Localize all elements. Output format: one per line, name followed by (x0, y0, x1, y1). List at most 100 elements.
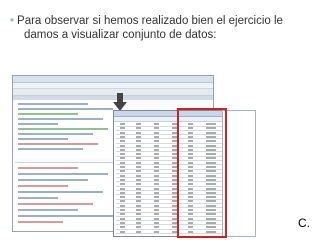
grid-cell (136, 191, 141, 194)
grid-cell (154, 153, 159, 156)
grid-cell (154, 183, 159, 186)
grid-cell (120, 187, 125, 190)
code-line (18, 123, 58, 125)
text-line-2: damos a visualizar conjunto de datos: (24, 29, 217, 41)
grid-cell (120, 174, 125, 177)
console-line (18, 185, 68, 187)
grid-cell (136, 166, 141, 168)
grid-cell (154, 148, 159, 151)
grid-cell (136, 148, 141, 151)
grid-cell (136, 144, 141, 147)
code-line (18, 118, 103, 120)
grid-cell (120, 217, 125, 220)
code-line (18, 138, 68, 140)
grid-cell (136, 131, 141, 134)
grid-cell (136, 178, 141, 181)
grid-cell (154, 204, 159, 207)
code-line (18, 128, 108, 130)
script-editor[interactable] (15, 100, 123, 158)
console-line (18, 179, 88, 181)
grid-cell (154, 161, 159, 164)
grid-cell (154, 140, 159, 143)
grid-cell (120, 166, 125, 168)
grid-cell (136, 230, 141, 233)
grid-cell (154, 123, 159, 125)
grid-cell (120, 153, 125, 156)
grid-cell (154, 209, 159, 211)
grid-cell (136, 127, 141, 130)
grid-cell (120, 178, 125, 181)
grid-cell (154, 217, 159, 220)
down-arrow-icon (113, 93, 127, 111)
console-line (18, 191, 103, 193)
grid-cell (120, 170, 125, 173)
console-line (18, 197, 58, 199)
grid-cell (154, 213, 159, 216)
grid-cell (120, 183, 125, 186)
grid-cell (154, 135, 159, 138)
grid-cell (120, 135, 125, 138)
grid-cell (120, 196, 125, 199)
grid-cell (136, 174, 141, 177)
console-line (18, 215, 113, 217)
console-line (18, 209, 78, 211)
console-line (18, 221, 63, 223)
code-line (18, 148, 83, 150)
grid-cell (154, 170, 159, 173)
window-title-bar (13, 76, 213, 83)
grid-cell (120, 213, 125, 216)
grid-cell (120, 157, 125, 160)
grid-cell (136, 217, 141, 220)
grid-cell (154, 131, 159, 134)
grid-cell (120, 127, 125, 130)
grid-cell (136, 183, 141, 186)
grid-cell (120, 144, 125, 147)
grid-cell (136, 153, 141, 156)
grid-cell (154, 196, 159, 199)
grid-cell (136, 140, 141, 143)
grid-cell (120, 161, 125, 164)
grid-cell (120, 148, 125, 151)
grid-cell (120, 221, 125, 224)
grid-cell (154, 157, 159, 160)
grid-cell (120, 226, 125, 229)
grid-cell (136, 209, 141, 211)
grid-cell (154, 200, 159, 203)
grid-cell (154, 174, 159, 177)
grid-cell (154, 166, 159, 168)
grid-cell (120, 191, 125, 194)
grid-cell (136, 170, 141, 173)
grid-cell (120, 209, 125, 211)
environment-pane[interactable] (222, 110, 256, 237)
grid-cell (120, 200, 125, 203)
grid-cell (120, 140, 125, 143)
grid-cell (136, 123, 141, 125)
grid-cell (136, 200, 141, 203)
bullet-icon: • (10, 15, 15, 27)
grid-cell (136, 187, 141, 190)
console-line (18, 167, 78, 169)
grid-cell (120, 230, 125, 233)
grid-cell (154, 144, 159, 147)
grid-cell (136, 204, 141, 207)
grid-cell (120, 123, 125, 125)
code-line (18, 103, 88, 105)
grid-cell (154, 221, 159, 224)
grid-cell (154, 230, 159, 233)
grid-cell (154, 226, 159, 229)
grid-cell (154, 187, 159, 190)
slide-text: • Para observar si hemos realizado bien e… (10, 14, 310, 42)
console-line (18, 173, 108, 175)
code-line (18, 133, 93, 135)
highlight-box (177, 108, 227, 238)
console-pane[interactable] (15, 162, 123, 229)
grid-cell (154, 127, 159, 130)
console-line (18, 203, 93, 205)
grid-cell (154, 191, 159, 194)
code-line (18, 113, 78, 115)
grid-cell (136, 221, 141, 224)
grid-cell (120, 131, 125, 134)
code-line (18, 143, 98, 145)
grid-cell (136, 226, 141, 229)
grid-cell (136, 161, 141, 164)
